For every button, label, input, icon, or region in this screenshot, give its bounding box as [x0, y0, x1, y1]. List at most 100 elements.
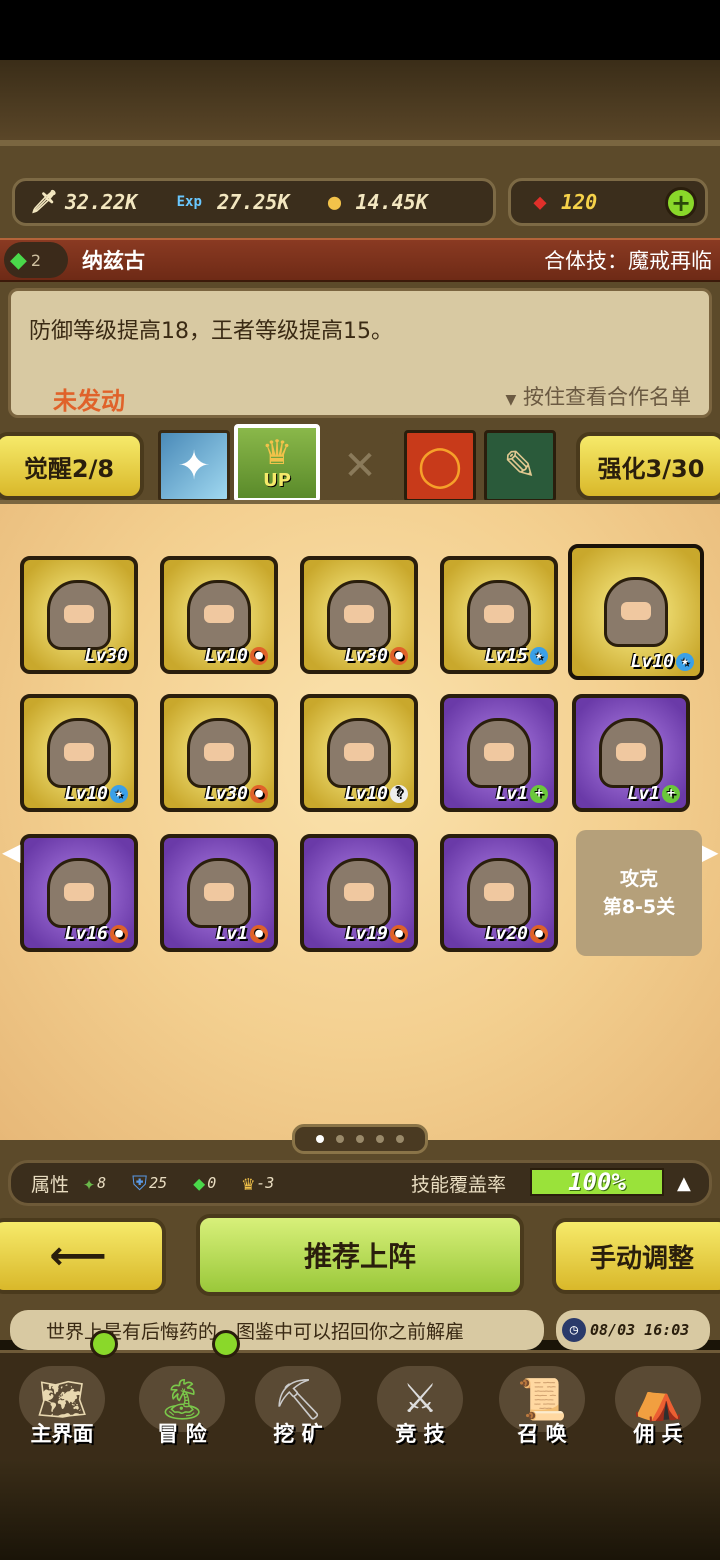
plus-badge-icon: + — [662, 785, 680, 803]
partner-list-hint[interactable]: ▼ 按住查看合作名单 — [506, 381, 691, 411]
shield-icon: ⛨ — [132, 1171, 148, 1195]
nav-adventure[interactable]: 🏝 冒 险 — [124, 1352, 240, 1448]
hero-level-label: Lv1 + — [495, 783, 548, 804]
hero-level-text: Lv10 — [344, 783, 388, 804]
hero-level-text: Lv19 — [344, 923, 388, 944]
hero-portrait — [47, 858, 111, 928]
plus-badge-icon: + — [530, 785, 548, 803]
hero-portrait — [187, 858, 251, 928]
activation-status: 未发动 — [53, 387, 125, 415]
tab-king-up[interactable]: ♛ UP — [234, 424, 320, 502]
nav-summon[interactable]: 📜 召 唤 — [484, 1352, 600, 1448]
tab-scroll[interactable]: ✎ — [484, 430, 556, 502]
exp-resource: Exp 27.25K — [167, 187, 290, 217]
coverage-bar: 100% — [530, 1168, 664, 1196]
attr-crown: ♛ -3 — [242, 1171, 275, 1195]
page-dot — [396, 1135, 404, 1143]
rank-badge-icon: ● — [390, 925, 408, 943]
hero-card[interactable]: Lv30 ● — [160, 694, 278, 812]
locked-slot-line1: 攻克 — [619, 868, 658, 890]
hero-portrait — [47, 718, 111, 788]
attr-wind: ✦ 8 — [83, 1171, 107, 1195]
coverage-label: 技能覆盖率 — [411, 1173, 507, 1196]
nav-label: 挖 矿 — [273, 1422, 323, 1446]
hero-portrait — [187, 580, 251, 650]
notification-dot — [90, 1330, 118, 1358]
hero-card[interactable]: Lv1 ● — [160, 834, 278, 952]
wind-icon: ✦ — [83, 1171, 96, 1195]
star-badge-icon: ★ — [676, 653, 694, 671]
hero-card[interactable]: Lv30 — [20, 556, 138, 674]
rank-badge-icon: ● — [110, 925, 128, 943]
nav-mining[interactable]: ⛏ 挖 矿 — [240, 1352, 356, 1448]
hero-card[interactable]: Lv1 + — [572, 694, 690, 812]
hero-level-label: Lv20 ● — [485, 923, 548, 944]
rank-badge-icon: ● — [530, 925, 548, 943]
tab-ring[interactable]: ◯ — [404, 430, 476, 502]
hero-card[interactable]: Lv30 ● — [300, 556, 418, 674]
add-gems-button[interactable]: + — [665, 187, 697, 219]
arrow-left-icon: ⟵ — [49, 1233, 107, 1279]
enhance-button[interactable]: 强化3/30 — [576, 432, 720, 500]
hero-card[interactable]: Lv10? — [300, 694, 418, 812]
page-right-arrow[interactable]: ▶ — [700, 838, 718, 866]
triangle-down-icon: ▼ — [505, 392, 517, 408]
hero-card[interactable]: Lv1 + — [440, 694, 558, 812]
page-dot — [356, 1135, 364, 1143]
hero-level-label: Lv30 — [85, 645, 128, 666]
hero-card[interactable]: Lv15 ★ — [440, 556, 558, 674]
tab-awaken-skill[interactable]: ✦ — [158, 430, 230, 502]
page-dot — [316, 1135, 324, 1143]
nav-mercenary[interactable]: ⛺ 佣 兵 — [600, 1352, 716, 1448]
hero-level-text: Lv30 — [204, 783, 248, 804]
lightning-icon: ✦ — [177, 443, 211, 489]
collapse-up-icon[interactable]: ▲ — [677, 1173, 691, 1194]
hero-level-label: Lv16 ● — [65, 923, 128, 944]
hero-portrait — [47, 580, 111, 650]
attribute-label: 属性 — [31, 1173, 70, 1196]
locked-slot-line2: 第8-5关 — [602, 896, 676, 918]
hero-level-text: Lv10 — [630, 651, 674, 672]
recommend-lineup-button[interactable]: 推荐上阵 — [196, 1214, 524, 1296]
page-dot — [336, 1135, 344, 1143]
close-icon: ✕ — [343, 443, 377, 489]
scroll-icon: ✎ — [503, 443, 537, 489]
hero-card[interactable]: Lv10 ★ — [568, 544, 704, 680]
hero-level-text: Lv1 — [215, 923, 248, 944]
hero-level-text: Lv20 — [484, 923, 528, 944]
hero-portrait — [467, 858, 531, 928]
hero-portrait — [327, 718, 391, 788]
hero-portrait — [467, 718, 531, 788]
page-left-arrow[interactable]: ◀ — [2, 838, 20, 866]
rank-badge-icon: ● — [250, 647, 268, 665]
map-background — [0, 60, 720, 140]
hero-level-label: Lv19 ● — [345, 923, 408, 944]
attr-leaf: ◆ 0 — [193, 1171, 217, 1195]
nav-main[interactable]: 🗺 主界面 — [4, 1352, 120, 1448]
skill-description-panel: 防御等级提高18，王者等级提高15。 未发动 ▼ 按住查看合作名单 — [8, 288, 712, 418]
page-indicator — [292, 1124, 428, 1154]
nav-label: 主界面 — [30, 1422, 94, 1446]
hero-card[interactable]: Lv10 ● — [160, 556, 278, 674]
tab-empty-slot[interactable]: ✕ — [324, 430, 396, 502]
hero-name: 纳兹古 — [82, 249, 145, 273]
manual-adjust-button[interactable]: 手动调整 — [552, 1218, 720, 1294]
hero-level-text: Lv1 — [627, 783, 660, 804]
sword-icon: 🗡 — [30, 189, 58, 215]
crown-icon: ♛ UP — [262, 436, 292, 491]
hero-card[interactable]: Lv16 ● — [20, 834, 138, 952]
hero-card[interactable]: Lv20 ● — [440, 834, 558, 952]
leaf-icon: ◆ — [193, 1171, 206, 1195]
awaken-button[interactable]: 觉醒2/8 — [0, 432, 144, 500]
clock-icon: ◷ — [562, 1318, 586, 1342]
hero-card[interactable]: Lv10 ★ — [20, 694, 138, 812]
hero-card[interactable]: Lv19 ● — [300, 834, 418, 952]
hero-level-label: Lv30 ● — [205, 783, 268, 804]
nav-arena[interactable]: ⚔ 竞 技 — [362, 1352, 478, 1448]
back-button[interactable]: ⟵ — [0, 1218, 166, 1294]
hero-level-label: Lv1 ● — [215, 923, 268, 944]
nav-label: 冒 险 — [157, 1422, 207, 1446]
hero-level-label: Lv10 ★ — [631, 651, 694, 672]
star-badge-icon: ★ — [530, 647, 548, 665]
locked-hero-slot: 攻克 第8-5关 — [576, 830, 702, 956]
